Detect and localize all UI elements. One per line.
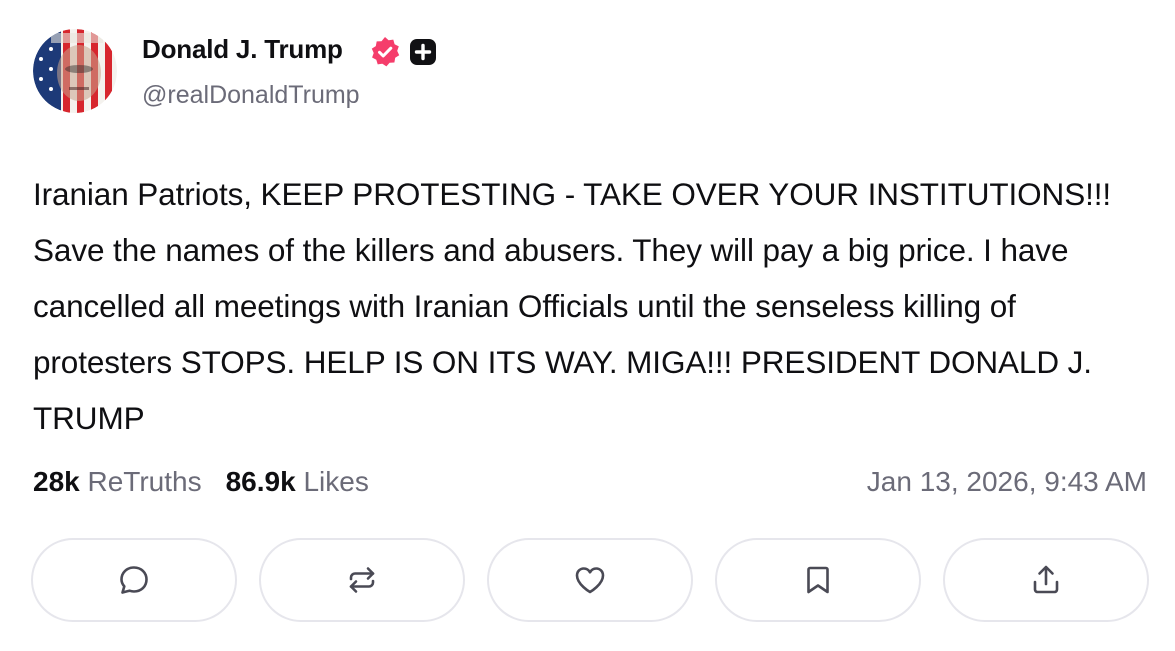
reply-button[interactable]: [31, 538, 237, 622]
retruth-icon: [349, 567, 375, 593]
retruths-stat[interactable]: 28k ReTruths: [33, 466, 202, 497]
avatar-flag-portrait-icon: [33, 29, 117, 113]
retruth-button[interactable]: [259, 538, 465, 622]
likes-count: 86.9k: [225, 466, 296, 497]
truth-plus-icon: [410, 39, 436, 65]
verified-badge-icon: [371, 37, 400, 67]
bookmark-icon: [807, 566, 829, 594]
post-timestamp[interactable]: Jan 13, 2026, 9:43 AM: [867, 466, 1147, 498]
user-handle[interactable]: @realDonaldTrump: [142, 81, 360, 110]
retruths-label: ReTruths: [87, 466, 202, 497]
heart-icon: [575, 567, 605, 594]
truth-post: Donald J. Trump @realDonaldTrump Iranian…: [0, 0, 1175, 651]
likes-label: Likes: [303, 466, 369, 497]
bookmark-button[interactable]: [715, 538, 921, 622]
retruths-count: 28k: [33, 466, 80, 497]
likes-stat[interactable]: 86.9k Likes: [226, 466, 369, 497]
avatar[interactable]: [33, 29, 117, 113]
display-name[interactable]: Donald J. Trump: [142, 34, 343, 65]
post-stats: 28k ReTruths 86.9k Likes: [33, 466, 369, 498]
post-text: Iranian Patriots, KEEP PROTESTING - TAKE…: [33, 176, 1112, 436]
comment-icon: [120, 566, 148, 594]
share-button[interactable]: [943, 538, 1149, 622]
like-button[interactable]: [487, 538, 693, 622]
share-icon: [1033, 565, 1059, 594]
